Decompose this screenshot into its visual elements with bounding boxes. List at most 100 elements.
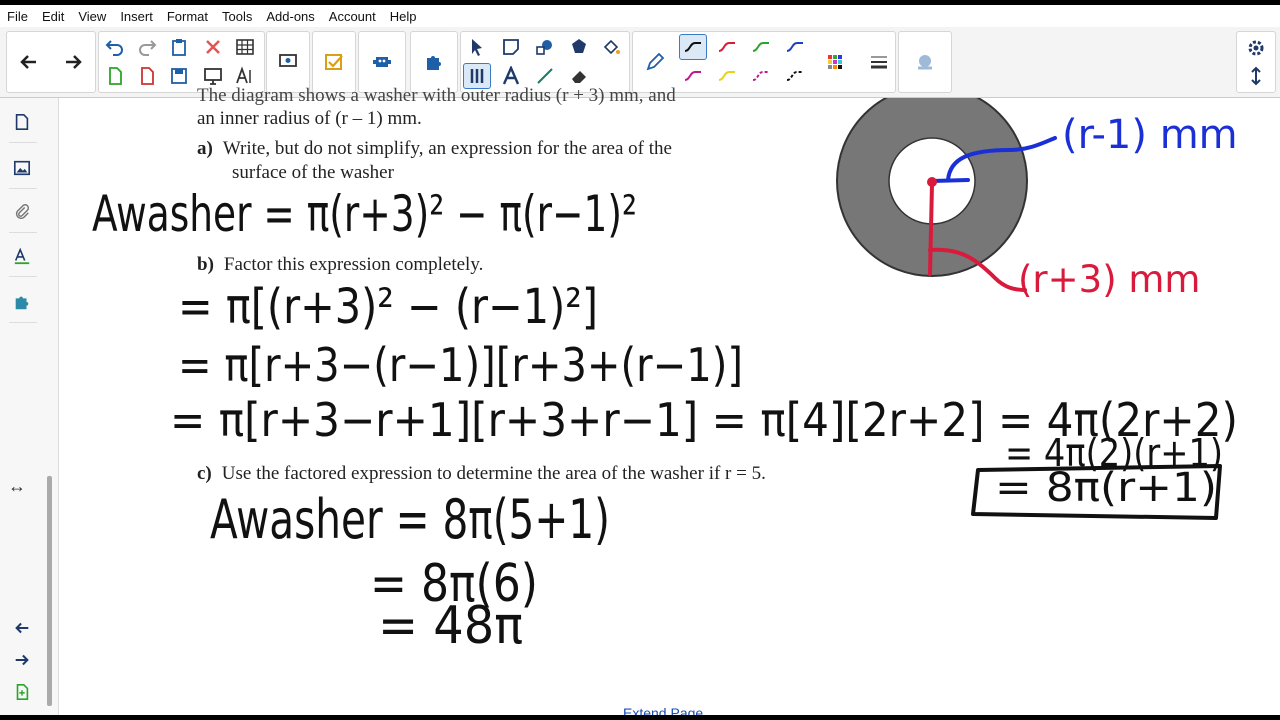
menu-add-ons[interactable]: Add-ons [259,9,321,24]
pencil-button[interactable] [641,49,669,75]
checkbox-icon [325,54,343,70]
pen-swatch[interactable] [747,34,775,60]
toolbar-position-button[interactable] [1242,63,1270,89]
resize-sidebar-icon[interactable]: ↔ [8,476,26,497]
note-tool-button[interactable] [497,34,525,60]
next-page-button[interactable] [10,648,34,672]
page-add-icon [16,683,29,701]
app-window: File Edit View Insert Format Tools Add-o… [0,5,1280,715]
undo-button[interactable] [101,34,129,60]
inner-radius-label: (r-1) mm [1062,112,1238,158]
text-a-icon [502,66,520,85]
whiteboard-page[interactable]: The diagram shows a washer with outer ra… [70,85,1280,715]
line-icon [537,68,553,84]
paperclip-icon [15,204,30,220]
check-button[interactable] [320,49,348,75]
ink-layer: (r-1) mm (r+3) mm Awasher = π(r+3)² − π(… [92,98,1238,656]
undo-icon [105,40,123,56]
menu-tools[interactable]: Tools [215,9,259,24]
back-button[interactable] [15,49,43,75]
select-tool-button[interactable] [463,34,491,60]
toolbar-group-settings [1236,31,1276,93]
redo-button[interactable] [133,34,161,60]
pen-swatch[interactable] [713,34,741,60]
pen-stack-icon [470,69,484,83]
add-ons-button[interactable] [420,49,448,75]
pen-swatch[interactable] [713,63,741,89]
previous-page-button[interactable] [10,616,34,640]
outer-radius-line [928,182,934,276]
paste-button[interactable] [165,34,193,60]
sidebar-add-ons-button[interactable] [10,290,34,314]
line-width-button[interactable] [865,49,893,75]
pen-swatch[interactable] [747,63,775,89]
hw-part-c-line1: Awasher = 8π(5+1) [210,488,610,551]
forward-button[interactable] [59,49,87,75]
extend-page-link[interactable]: Extend Page [623,705,703,715]
properties-button[interactable] [10,244,34,268]
inner-radius-line [930,178,970,183]
hw-part-a: Awasher = π(r+3)² − π(r−1)² [92,185,637,243]
sidebar-divider [9,322,37,323]
robot-icon [373,57,391,67]
shape-tool-button[interactable] [531,34,559,60]
clipboard-icon [172,39,186,56]
outer-radius-label: (r+3) mm [1018,258,1200,301]
menu-insert[interactable]: Insert [113,9,160,24]
gallery-button[interactable] [10,156,34,180]
pen-stroke-icon [684,71,701,81]
attachments-button[interactable] [10,200,34,224]
toolbar-group-navigation [6,31,96,93]
fill-tool-button[interactable] [565,34,593,60]
arrow-left-icon [20,55,36,69]
scrollbar-thumb[interactable] [47,476,52,706]
pencil-icon [646,52,665,71]
puzzle-icon [427,56,441,70]
menu-file[interactable]: File [0,9,35,24]
monitor-icon [204,68,222,85]
eraser-icon [572,71,586,83]
sidebar-divider [9,276,37,277]
save-icon [171,68,187,84]
polygon-icon [572,39,586,53]
screen-capture-button[interactable] [274,49,302,75]
pen-stroke-icon [752,42,769,52]
pen-swatch[interactable] [679,34,707,60]
hw-part-b-line1: = π[(r+3)² − (r−1)²] [178,279,598,335]
widget-button[interactable] [368,49,396,75]
menu-help[interactable]: Help [383,9,424,24]
page-sorter-button[interactable] [10,110,34,134]
pen-stroke-icon [684,42,701,52]
text-format-icon [236,66,251,84]
gear-icon [1248,40,1264,56]
paint-tool-button[interactable] [597,34,625,60]
menu-edit[interactable]: Edit [35,9,71,24]
add-page-button[interactable] [10,680,34,704]
pen-swatch[interactable] [781,63,809,89]
table-button[interactable] [231,34,259,60]
sidebar-divider [9,232,37,233]
sidebar-divider [9,142,37,143]
page-add-icon [109,67,122,85]
collaborate-button[interactable] [911,49,939,75]
new-page-button[interactable] [101,63,129,89]
pen-stroke-icon [786,71,803,81]
pen-swatch[interactable] [679,63,707,89]
vertical-scrollbar[interactable] [45,106,53,711]
arrow-right-icon [66,55,82,69]
screen-capture-icon [279,54,297,67]
shapes-icon [536,40,552,55]
table-icon [236,39,254,55]
menu-format[interactable]: Format [160,9,215,24]
menu-account[interactable]: Account [322,9,383,24]
color-palette-button[interactable] [821,49,849,75]
page-icon [15,113,29,131]
pen-swatch[interactable] [781,34,809,60]
delete-button[interactable] [199,34,227,60]
hw-part-c-line3: = 48π [378,596,523,656]
settings-button[interactable] [1242,35,1270,61]
menu-view[interactable]: View [71,9,113,24]
cloud-icon [918,55,932,70]
save-button[interactable] [165,63,193,89]
delete-page-button[interactable] [133,63,161,89]
